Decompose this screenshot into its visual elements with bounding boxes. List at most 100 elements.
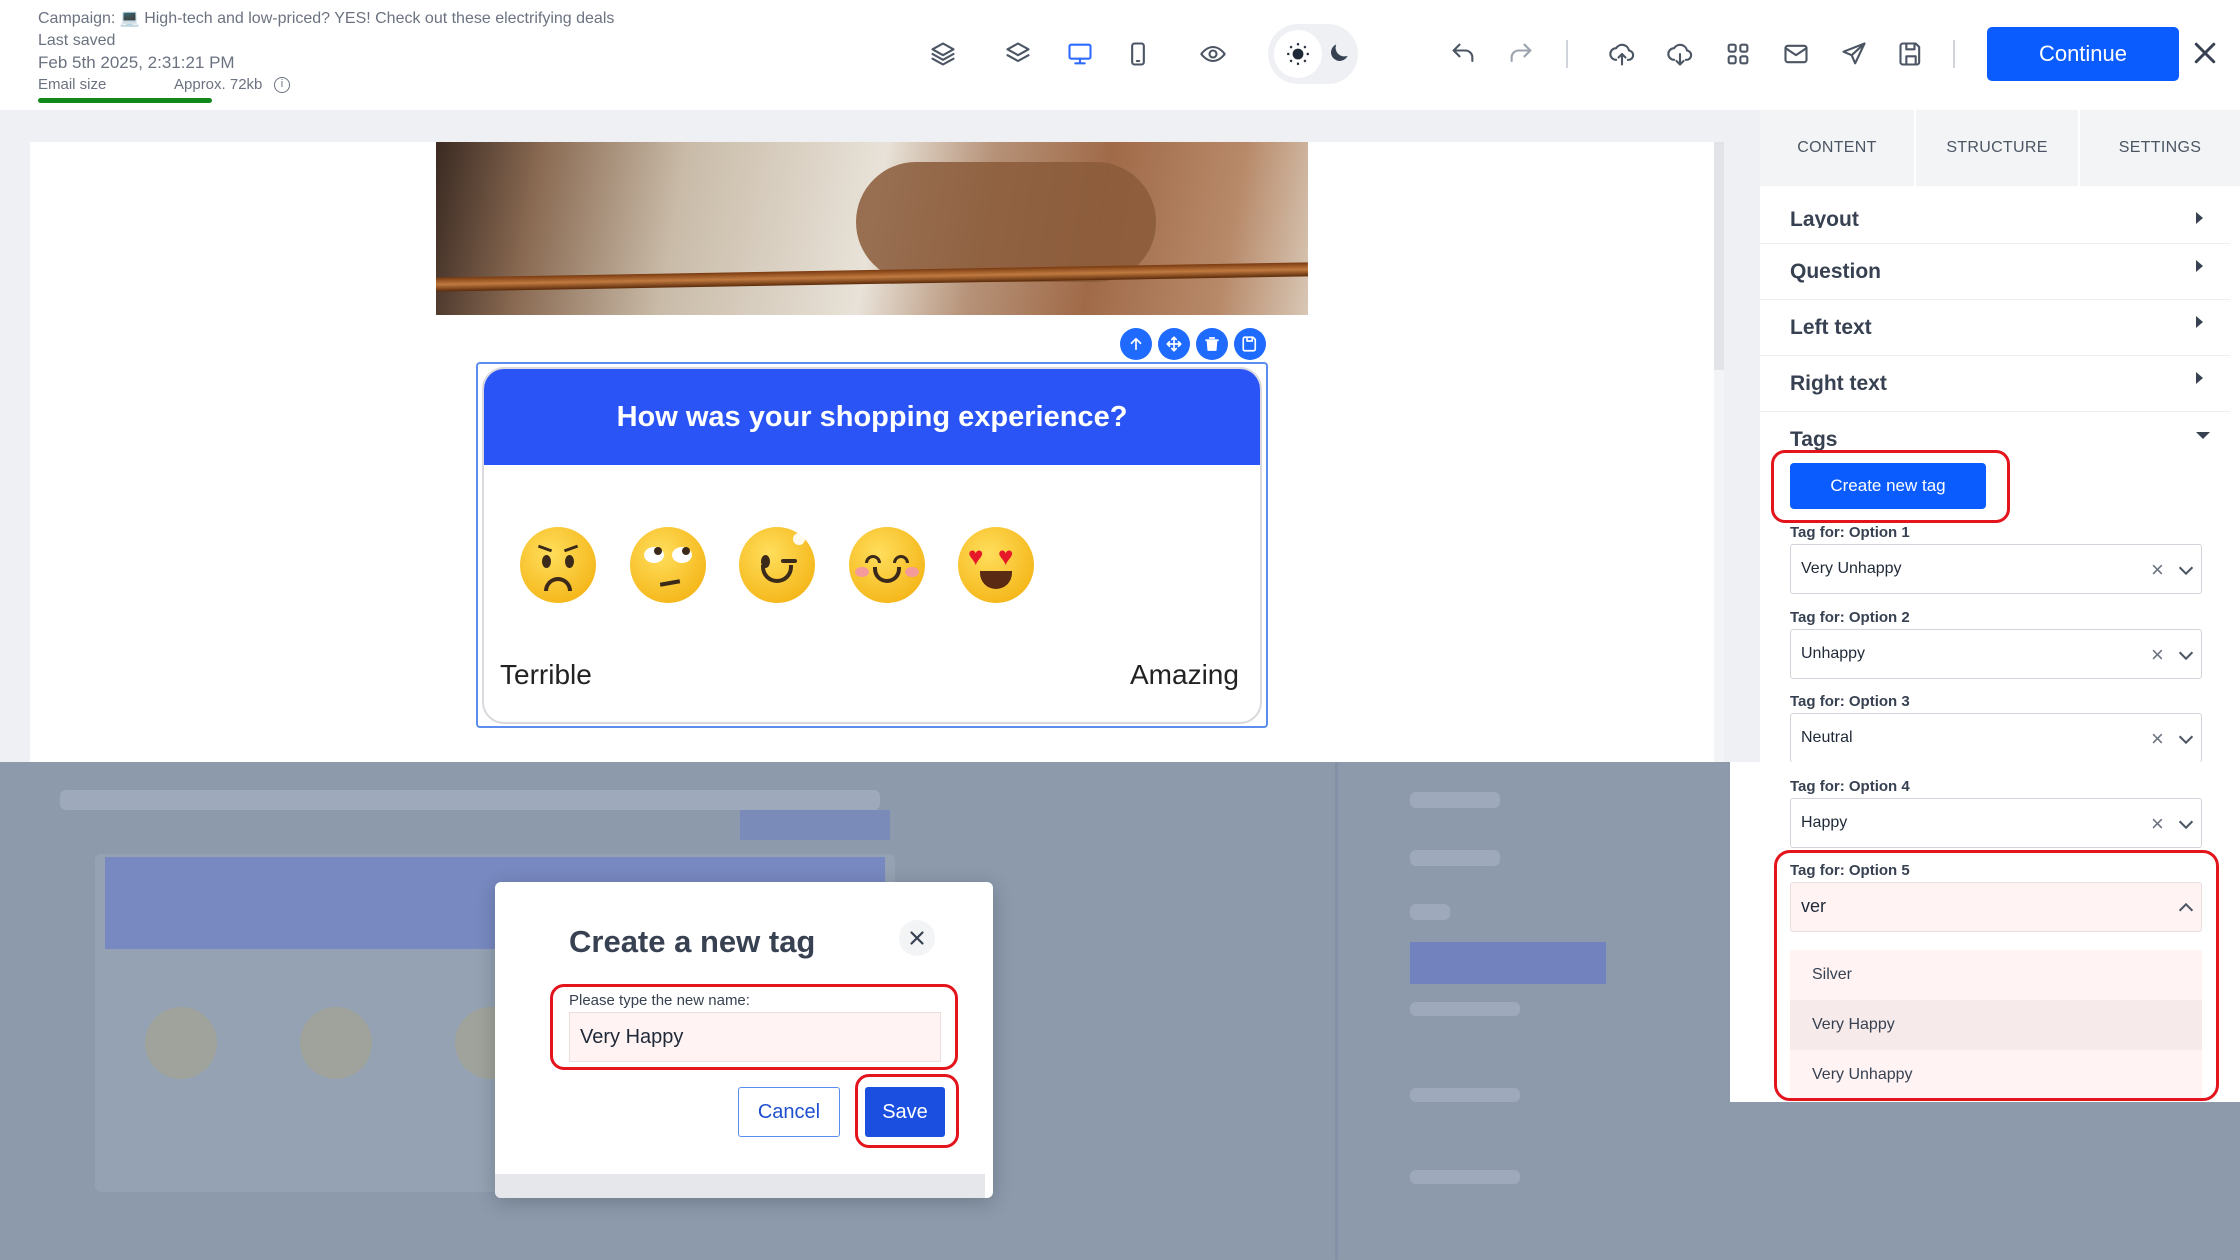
tag-option-3-label: Tag for: Option 3 [1790,693,1910,710]
chevron-right-icon [2196,316,2203,328]
hero-image-sleeve [856,162,1156,282]
chevron-up-icon[interactable] [2175,897,2197,919]
ghost-shape [1335,762,1338,1260]
block-actions [1120,328,1266,360]
eye-roll-face-icon[interactable] [630,527,706,603]
chevron-down-icon[interactable] [2175,813,2197,835]
tag-option-4-select[interactable]: Happy × [1790,798,2202,848]
sun-icon[interactable] [1274,30,1322,78]
preview-eye-icon[interactable] [1193,34,1233,74]
info-icon[interactable]: i [274,77,290,93]
chevron-down-icon[interactable] [2175,728,2197,750]
smiling-face-icon[interactable] [849,527,925,603]
survey-block[interactable]: How was your shopping experience? ♥ ♥ Te… [476,362,1268,728]
mail-icon[interactable] [1776,34,1816,74]
new-tag-name-input[interactable] [569,1012,941,1062]
create-tag-modal: Create a new tag Please type the new nam… [495,882,993,1198]
section-right-text[interactable]: Right text [1760,356,2230,412]
top-bar: Campaign: 💻 High-tech and low-priced? YE… [0,0,2240,110]
continue-button[interactable]: Continue [1987,27,2179,81]
worried-face-icon[interactable] [520,527,596,603]
email-size-bar [38,98,212,103]
redo-icon[interactable] [1501,34,1541,74]
stack-icon[interactable] [923,34,963,74]
save-icon[interactable] [1891,34,1931,74]
ghost-shape [1410,942,1606,984]
tag-option-5-input[interactable]: ver [1801,896,1826,917]
ghost-shape [1410,1170,1520,1184]
heart-eyes-face-icon[interactable]: ♥ ♥ [958,527,1034,603]
ghost-shape [1410,1002,1520,1016]
upload-icon[interactable] [1602,34,1642,74]
email-size: Email size Approx. 72kb i [38,76,290,93]
ghost-shape [60,790,880,810]
dropdown-option-highlighted[interactable]: Very Happy [1790,1000,2202,1050]
dropdown-option[interactable]: Very Unhappy [1790,1050,2202,1100]
create-new-tag-button[interactable]: Create new tag [1790,463,1986,509]
tag-option-1-select[interactable]: Very Unhappy × [1790,544,2202,594]
tag-option-3-value: Neutral [1801,729,1853,746]
mobile-icon[interactable] [1118,34,1158,74]
chevron-down-icon[interactable] [2175,644,2197,666]
tag-option-1-label: Tag for: Option 1 [1790,524,1910,541]
send-icon[interactable] [1834,34,1874,74]
section-tags[interactable]: Tags [1760,412,2230,452]
section-tags-label: Tags [1790,428,1838,451]
survey-question: How was your shopping experience? [484,369,1260,465]
save-block-icon[interactable] [1234,328,1266,360]
new-tag-label: Please type the new name: [569,992,750,1009]
toolbar-separator [1953,40,1955,68]
apps-grid-icon[interactable] [1718,34,1758,74]
survey-card: How was your shopping experience? ♥ ♥ Te… [482,367,1262,724]
campaign-name: Campaign: 💻 High-tech and low-priced? YE… [38,10,615,27]
chevron-right-icon [2196,372,2203,384]
ghost-shape [740,810,890,840]
clear-icon[interactable]: × [2151,642,2164,668]
layers-icon[interactable] [998,34,1038,74]
ghost-shape [1410,904,1450,920]
tag-option-3-select[interactable]: Neutral × [1790,713,2202,763]
email-size-label: Email size [38,76,107,93]
theme-toggle[interactable] [1268,24,1358,84]
survey-left-label: Terrible [500,659,592,690]
chevron-down-icon[interactable] [2175,559,2197,581]
tag-option-5-select[interactable]: ver [1790,882,2202,932]
tag-option-1-value: Very Unhappy [1801,560,1902,577]
winking-face-icon[interactable] [739,527,815,603]
section-layout-label: Layout [1790,208,1859,228]
tab-content[interactable]: CONTENT [1760,110,1914,186]
chevron-right-icon [2196,212,2203,224]
hero-image-rail [436,262,1308,292]
hero-image[interactable] [436,142,1308,315]
tag-option-2-label: Tag for: Option 2 [1790,609,1910,626]
section-left-text-label: Left text [1790,316,1872,339]
clear-icon[interactable]: × [2151,811,2164,837]
tab-structure[interactable]: STRUCTURE [1916,110,2078,186]
cancel-button[interactable]: Cancel [738,1087,840,1137]
tag-option-2-value: Unhappy [1801,645,1866,662]
move-up-icon[interactable] [1120,328,1152,360]
undo-icon[interactable] [1443,34,1483,74]
campaign-meta: Campaign: 💻 High-tech and low-priced? YE… [38,8,678,74]
tab-settings[interactable]: SETTINGS [2080,110,2240,186]
desktop-icon[interactable] [1060,34,1100,74]
dropdown-option[interactable]: Silver [1790,950,2202,1000]
moon-icon[interactable] [1324,38,1354,68]
tag-option-2-select[interactable]: Unhappy × [1790,629,2202,679]
close-icon[interactable] [2190,38,2220,68]
drag-move-icon[interactable] [1158,328,1190,360]
section-layout[interactable]: Layout [1760,186,2230,244]
ghost-shape [300,1007,372,1079]
section-left-text[interactable]: Left text [1760,300,2230,356]
ghost-shape [145,1007,217,1079]
download-icon[interactable] [1660,34,1700,74]
clear-icon[interactable]: × [2151,726,2164,752]
save-button[interactable]: Save [865,1087,945,1137]
chevron-right-icon [2196,260,2203,272]
delete-icon[interactable] [1196,328,1228,360]
clear-icon[interactable]: × [2151,557,2164,583]
section-question[interactable]: Question [1760,244,2230,300]
canvas-scrollbar-thumb[interactable] [1714,142,1724,370]
close-icon[interactable] [899,920,935,956]
survey-right-label: Amazing [1130,659,1239,690]
